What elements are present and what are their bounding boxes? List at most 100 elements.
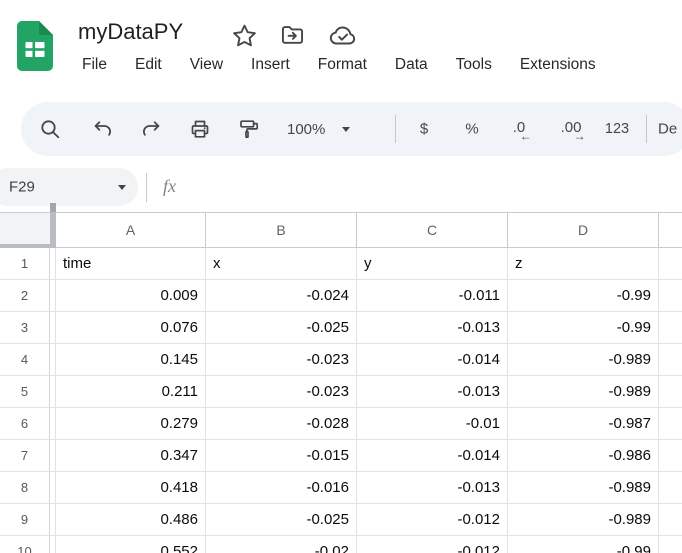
row-header-2[interactable]: 2 (0, 280, 50, 312)
sheet-row-1: 1 time x y z (0, 248, 682, 280)
name-box-value: F29 (9, 179, 35, 196)
cell-E4[interactable] (659, 344, 682, 376)
select-all-corner[interactable] (0, 212, 50, 248)
row-header-5[interactable]: 5 (0, 376, 50, 408)
row-header-1[interactable]: 1 (0, 248, 50, 280)
cell-C9[interactable]: -0.012 (357, 504, 508, 536)
zoom-selector[interactable]: 100% (287, 102, 350, 156)
cell-E9[interactable] (659, 504, 682, 536)
cell-B5[interactable]: -0.023 (206, 376, 357, 408)
cell-A9[interactable]: 0.486 (56, 504, 206, 536)
header-resize-notch[interactable] (50, 203, 56, 212)
cell-E5[interactable] (659, 376, 682, 408)
cell-D3[interactable]: -0.99 (508, 312, 659, 344)
menu-data[interactable]: Data (395, 56, 428, 74)
cell-C4[interactable]: -0.014 (357, 344, 508, 376)
cell-B7[interactable]: -0.015 (206, 440, 357, 472)
left-arrow-icon: ← (520, 129, 532, 143)
cell-B6[interactable]: -0.028 (206, 408, 357, 440)
star-icon[interactable] (231, 22, 258, 49)
menu-tools[interactable]: Tools (456, 56, 492, 74)
menu-format[interactable]: Format (318, 56, 367, 74)
cell-A5[interactable]: 0.211 (56, 376, 206, 408)
redo-icon[interactable] (140, 118, 162, 140)
cell-C1[interactable]: y (357, 248, 508, 280)
cell-C6[interactable]: -0.01 (357, 408, 508, 440)
menu-file[interactable]: File (82, 56, 107, 74)
cell-E3[interactable] (659, 312, 682, 344)
currency-format-button[interactable]: $ (420, 121, 428, 138)
column-header-e-partial[interactable] (659, 212, 682, 248)
column-header-a[interactable]: A (56, 212, 206, 248)
row-header-8[interactable]: 8 (0, 472, 50, 504)
cell-B2[interactable]: -0.024 (206, 280, 357, 312)
cell-D6[interactable]: -0.987 (508, 408, 659, 440)
sheets-logo-icon[interactable] (17, 21, 53, 76)
cell-B8[interactable]: -0.016 (206, 472, 357, 504)
cloud-saved-icon[interactable] (327, 22, 358, 49)
cell-A6[interactable]: 0.279 (56, 408, 206, 440)
row-header-7[interactable]: 7 (0, 440, 50, 472)
row-header-10[interactable]: 10 (0, 536, 50, 553)
cell-A7[interactable]: 0.347 (56, 440, 206, 472)
row-header-3[interactable]: 3 (0, 312, 50, 344)
menubar: File Edit View Insert Format Data Tools … (82, 56, 596, 74)
percent-format-button[interactable]: % (465, 121, 478, 138)
cell-B9[interactable]: -0.025 (206, 504, 357, 536)
cell-D1[interactable]: z (508, 248, 659, 280)
number-format-button[interactable]: 123 (605, 121, 629, 137)
row-header-4[interactable]: 4 (0, 344, 50, 376)
cell-A10[interactable]: 0.552 (56, 536, 206, 553)
formula-input[interactable] (190, 168, 682, 206)
menu-view[interactable]: View (190, 56, 223, 74)
decrease-decimal-button[interactable]: .0← (513, 119, 526, 136)
row-header-6[interactable]: 6 (0, 408, 50, 440)
paint-format-icon[interactable] (238, 118, 260, 140)
cell-C10[interactable]: -0.012 (357, 536, 508, 553)
cell-D10[interactable]: -0.99 (508, 536, 659, 553)
cell-A1[interactable]: time (56, 248, 206, 280)
menu-insert[interactable]: Insert (251, 56, 290, 74)
cell-C7[interactable]: -0.014 (357, 440, 508, 472)
cell-E10[interactable] (659, 536, 682, 553)
cell-E1[interactable] (659, 248, 682, 280)
menu-edit[interactable]: Edit (135, 56, 162, 74)
menu-extensions[interactable]: Extensions (520, 56, 596, 74)
cell-D2[interactable]: -0.99 (508, 280, 659, 312)
cell-D5[interactable]: -0.989 (508, 376, 659, 408)
document-title[interactable]: myDataPY (78, 19, 183, 45)
cell-A2[interactable]: 0.009 (56, 280, 206, 312)
cell-B4[interactable]: -0.023 (206, 344, 357, 376)
cell-C3[interactable]: -0.013 (357, 312, 508, 344)
cell-B1[interactable]: x (206, 248, 357, 280)
cell-E6[interactable] (659, 408, 682, 440)
cell-A3[interactable]: 0.076 (56, 312, 206, 344)
cell-A8[interactable]: 0.418 (56, 472, 206, 504)
cell-C2[interactable]: -0.011 (357, 280, 508, 312)
undo-icon[interactable] (92, 118, 114, 140)
search-icon[interactable] (39, 118, 61, 140)
toolbar-divider (395, 115, 396, 143)
cell-B3[interactable]: -0.025 (206, 312, 357, 344)
font-selector[interactable]: De (658, 121, 677, 138)
cell-E7[interactable] (659, 440, 682, 472)
cell-C5[interactable]: -0.013 (357, 376, 508, 408)
cell-D7[interactable]: -0.986 (508, 440, 659, 472)
column-header-b[interactable]: B (206, 212, 357, 248)
cell-E2[interactable] (659, 280, 682, 312)
cell-C8[interactable]: -0.013 (357, 472, 508, 504)
increase-decimal-button[interactable]: .00→ (561, 119, 582, 136)
row-header-9[interactable]: 9 (0, 504, 50, 536)
cell-D8[interactable]: -0.989 (508, 472, 659, 504)
cell-D9[interactable]: -0.989 (508, 504, 659, 536)
cell-A4[interactable]: 0.145 (56, 344, 206, 376)
column-header-d[interactable]: D (508, 212, 659, 248)
move-to-folder-icon[interactable] (279, 22, 306, 49)
print-icon[interactable] (189, 118, 211, 140)
name-box[interactable]: F29 (0, 168, 138, 206)
right-arrow-icon: → (574, 129, 586, 143)
cell-E8[interactable] (659, 472, 682, 504)
cell-D4[interactable]: -0.989 (508, 344, 659, 376)
column-header-c[interactable]: C (357, 212, 508, 248)
cell-B10[interactable]: -0.02 (206, 536, 357, 553)
